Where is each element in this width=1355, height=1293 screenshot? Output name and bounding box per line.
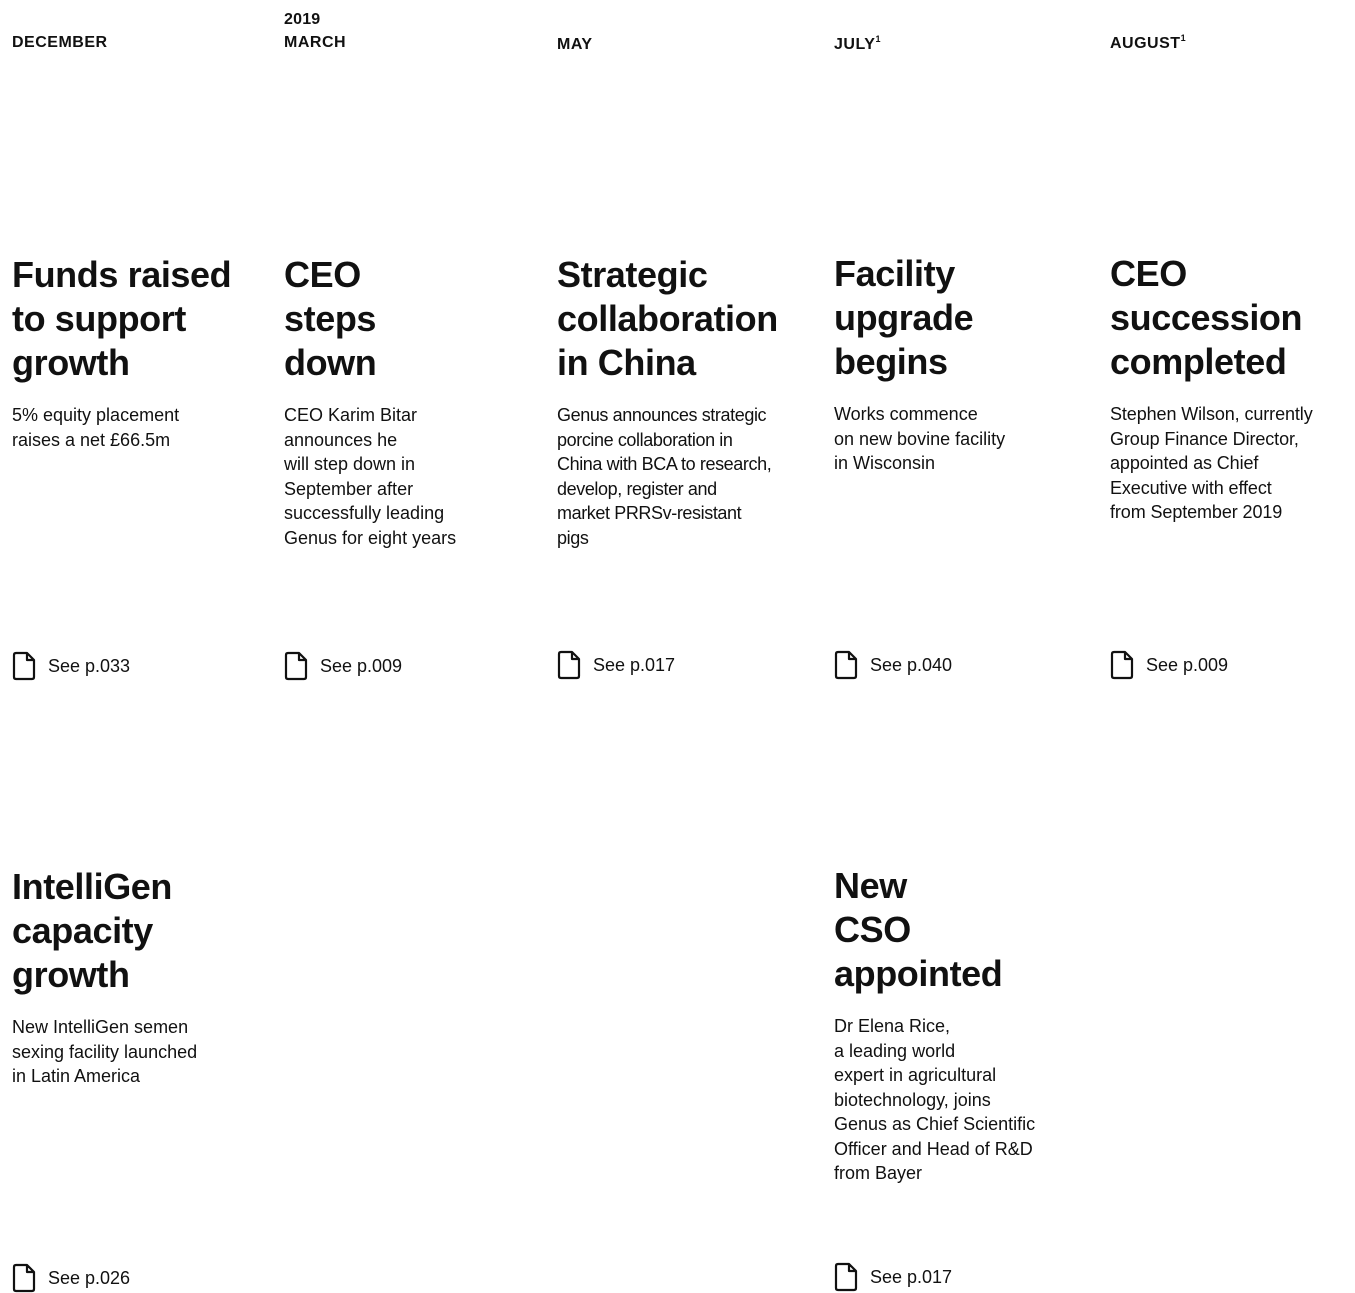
entry-description: Stephen Wilson, currently Group Finance … — [1110, 404, 1313, 522]
footnote-marker: 1 — [875, 34, 881, 44]
page-reference-text: See p.009 — [1146, 654, 1229, 675]
page-reference-link[interactable]: See p.040 — [834, 650, 952, 680]
page-reference-link[interactable]: See p.017 — [834, 1262, 952, 1292]
page-reference-link[interactable]: See p.009 — [1110, 650, 1228, 680]
page-reference-text: See p.026 — [48, 1267, 131, 1288]
entry-headline: Strategic collaboration in China — [557, 254, 778, 383]
month-label: AUGUST1 — [1110, 33, 1186, 53]
page-reference-text: See p.017 — [593, 654, 676, 675]
page-icon — [12, 651, 36, 681]
page-reference-text: See p.009 — [320, 655, 403, 676]
page-icon — [1110, 650, 1134, 680]
entry-description: Works commence on new bovine facility in… — [834, 404, 1006, 473]
page-reference-link[interactable]: See p.026 — [12, 1263, 130, 1293]
entry-headline: CEO succession completed — [1110, 253, 1303, 382]
entry-headline: IntelliGen capacity growth — [12, 866, 173, 995]
month-label: DECEMBER — [12, 34, 108, 51]
page-reference-link[interactable]: See p.009 — [284, 651, 402, 681]
month-label: MAY — [557, 36, 593, 53]
entry-headline: CEO steps down — [284, 254, 377, 383]
page-icon — [557, 650, 581, 680]
month-name: AUGUST — [1110, 35, 1181, 52]
page-icon — [834, 1262, 858, 1292]
footnote-marker: 1 — [1180, 33, 1187, 43]
entry-description: CEO Karim Bitar announces he will step d… — [284, 405, 457, 548]
month-label: JULY1 — [834, 34, 881, 54]
page-reference-text: See p.017 — [870, 1266, 953, 1287]
entry-headline: New CSO appointed — [834, 865, 1003, 994]
page-icon — [284, 651, 308, 681]
page-reference-text: See p.033 — [48, 655, 131, 676]
page-icon — [834, 650, 858, 680]
month-name: JULY — [834, 36, 876, 53]
entry-description: Dr Elena Rice, a leading world expert in… — [834, 1016, 1036, 1183]
entry-description: 5% equity placement raises a net £66.5m — [12, 405, 180, 450]
entry-headline: Facility upgrade begins — [834, 253, 974, 382]
page-reference-text: See p.040 — [870, 654, 953, 675]
month-label: MARCH — [284, 34, 347, 51]
page-reference-link[interactable]: See p.033 — [12, 651, 130, 681]
entry-description: New IntelliGen semen sexing facility lau… — [12, 1017, 198, 1086]
year-label: 2019 — [284, 11, 321, 28]
page-icon — [12, 1263, 36, 1293]
entry-description: Genus announces strategic porcine collab… — [557, 405, 772, 548]
entry-headline: Funds raised to support growth — [12, 254, 232, 383]
page-reference-link[interactable]: See p.017 — [557, 650, 675, 680]
